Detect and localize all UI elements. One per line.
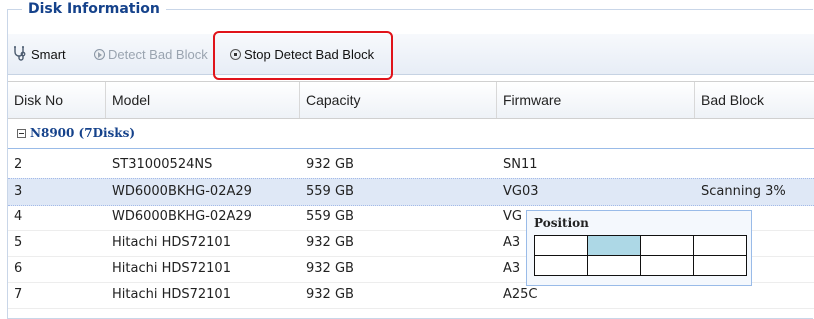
- position-slot: [640, 235, 694, 256]
- capacity-cell: 932 GB: [306, 287, 354, 302]
- capacity-cell: 559 GB: [306, 209, 354, 224]
- model-cell: WD6000BKHG-02A29: [112, 184, 252, 199]
- stop-button-highlight: [213, 31, 393, 80]
- table-row[interactable]: 7 Hitachi HDS72101 932 GB A25C: [8, 282, 814, 309]
- column-header-capacity[interactable]: Capacity: [300, 82, 497, 118]
- position-slot: [534, 255, 588, 276]
- disk-no-cell: 4: [14, 209, 23, 224]
- collapse-icon[interactable]: [17, 128, 26, 138]
- play-icon: [94, 48, 105, 60]
- model-cell: WD6000BKHG-02A29: [112, 209, 252, 224]
- capacity-cell: 932 GB: [306, 261, 354, 276]
- capacity-cell: 932 GB: [306, 235, 354, 250]
- capacity-cell: 559 GB: [306, 184, 354, 199]
- column-header-firmware[interactable]: Firmware: [497, 82, 695, 118]
- grid-header: Disk No Model Capacity Firmware Bad Bloc…: [8, 81, 814, 119]
- detect-bad-block-button[interactable]: Detect Bad Block: [94, 34, 208, 74]
- disk-no-cell: 7: [14, 287, 23, 302]
- position-slot: [587, 235, 641, 256]
- bad-block-cell: Scanning 3%: [701, 184, 786, 199]
- table-row[interactable]: 2 ST31000524NS 932 GB SN11: [8, 152, 814, 179]
- model-cell: Hitachi HDS72101: [112, 287, 231, 302]
- disk-no-cell: 5: [14, 235, 23, 250]
- smart-label: Smart: [31, 46, 66, 62]
- firmware-cell: VG03: [503, 184, 539, 199]
- firmware-cell: SN11: [503, 157, 538, 172]
- model-cell: Hitachi HDS72101: [112, 235, 231, 250]
- model-cell: ST31000524NS: [112, 157, 213, 172]
- position-slot: [693, 235, 747, 256]
- capacity-cell: 932 GB: [306, 157, 354, 172]
- disk-no-cell: 3: [14, 184, 23, 199]
- model-cell: Hitachi HDS72101: [112, 261, 231, 276]
- position-slot: [534, 235, 588, 256]
- table-row[interactable]: 3 WD6000BKHG-02A29 559 GB VG03 Scanning 3%: [8, 178, 814, 206]
- position-slot: [693, 255, 747, 276]
- disk-no-cell: 6: [14, 261, 23, 276]
- position-slot: [587, 255, 641, 276]
- smart-button[interactable]: Smart: [12, 34, 66, 74]
- stethoscope-icon: [12, 45, 28, 64]
- bad-block-cell: [695, 152, 814, 178]
- column-header-model[interactable]: Model: [106, 82, 300, 118]
- position-popup: Position: [526, 210, 752, 286]
- disk-no-cell: 2: [14, 157, 23, 172]
- toolbar: Smart Detect Bad Block Stop Detect Bad B…: [8, 34, 814, 75]
- position-popup-title: Position: [534, 216, 589, 230]
- column-header-bad-block[interactable]: Bad Block: [695, 82, 814, 118]
- detect-bad-block-label: Detect Bad Block: [108, 46, 208, 62]
- position-slot: [640, 255, 694, 276]
- group-row[interactable]: N8900 (7Disks): [8, 118, 814, 149]
- position-grid: [534, 235, 747, 276]
- group-label: N8900 (7Disks): [30, 126, 136, 140]
- column-header-disk-no[interactable]: Disk No: [8, 82, 106, 118]
- panel-title: Disk Information: [22, 1, 166, 17]
